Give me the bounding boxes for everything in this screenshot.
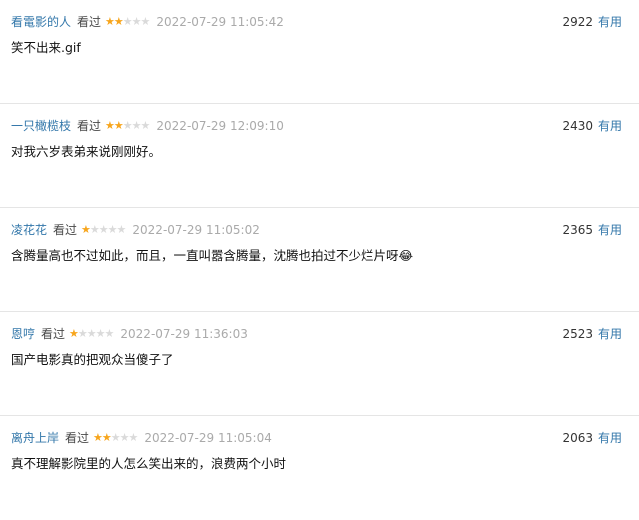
star-filled-icon: ★ (113, 119, 124, 132)
comment-meta: 离舟上岸 看过 ★ ★ ★ ★ ★ 2022-07-29 11:05:04 (11, 430, 272, 446)
vote-count: 2063 (562, 431, 593, 445)
comment-time: 2022-07-29 11:05:42 (156, 15, 284, 29)
star-empty-icon: ★ (98, 223, 109, 236)
comment-item: 恩哼 看过 ★ ★ ★ ★ ★ 2022-07-29 11:36:03 2523 有用 … (0, 312, 639, 416)
star-empty-icon: ★ (140, 15, 151, 28)
star-empty-icon: ★ (86, 327, 97, 340)
vote-area: 2063 有用 (562, 430, 622, 446)
comment-meta: 一只橄榄枝 看过 ★ ★ ★ ★ ★ 2022-07-29 12:09:10 (11, 118, 284, 134)
comment-time: 2022-07-29 12:09:10 (156, 119, 284, 133)
useful-vote-button[interactable]: 有用 (598, 430, 622, 446)
comment-meta: 看電影的人 看过 ★ ★ ★ ★ ★ 2022-07-29 11:05:42 (11, 14, 284, 30)
star-empty-icon: ★ (131, 15, 142, 28)
rating-stars: ★ ★ ★ ★ ★ (105, 118, 151, 134)
useful-vote-button[interactable]: 有用 (598, 222, 622, 238)
watch-status: 看过 (65, 431, 90, 445)
star-empty-icon: ★ (131, 119, 142, 132)
watch-status: 看过 (77, 119, 102, 133)
useful-vote-button[interactable]: 有用 (598, 14, 622, 30)
useful-vote-button[interactable]: 有用 (598, 118, 622, 134)
comment-time: 2022-07-29 11:05:02 (132, 223, 260, 237)
comment-user-link[interactable]: 离舟上岸 (11, 430, 59, 446)
vote-area: 2922 有用 (562, 14, 622, 30)
vote-area: 2365 有用 (562, 222, 622, 238)
comment-time: 2022-07-29 11:36:03 (120, 327, 248, 341)
star-empty-icon: ★ (107, 223, 118, 236)
watch-status: 看过 (53, 223, 78, 237)
star-filled-icon: ★ (93, 431, 103, 444)
star-empty-icon: ★ (128, 431, 139, 444)
rating-stars: ★ ★ ★ ★ ★ (93, 430, 139, 446)
comment-meta: 恩哼 看过 ★ ★ ★ ★ ★ 2022-07-29 11:36:03 (11, 326, 248, 342)
rating-stars: ★ ★ ★ ★ ★ (105, 14, 151, 30)
useful-vote-button[interactable]: 有用 (598, 326, 622, 342)
star-filled-icon: ★ (105, 119, 115, 132)
vote-count: 2523 (562, 327, 593, 341)
star-empty-icon: ★ (119, 431, 130, 444)
watch-status: 看过 (41, 327, 66, 341)
comment-text: 含腾量高也不过如此，而且，一直叫嚣含腾量，沈腾也拍过不少烂片呀😂 (11, 248, 414, 263)
comment-text: 对我六岁表弟来说刚刚好。 (11, 144, 162, 159)
comment-text: 笑不出来.gif (11, 40, 81, 55)
star-empty-icon: ★ (122, 119, 133, 132)
vote-count: 2430 (562, 119, 593, 133)
star-filled-icon: ★ (113, 15, 124, 28)
comment-item: 看電影的人 看过 ★ ★ ★ ★ ★ 2022-07-29 11:05:42 2922 … (0, 0, 639, 104)
vote-area: 2523 有用 (562, 326, 622, 342)
comment-list: 看電影的人 看过 ★ ★ ★ ★ ★ 2022-07-29 11:05:42 2922 … (0, 0, 639, 520)
comment-text: 真不理解影院里的人怎么笑出来的，浪费两个小时 (11, 456, 287, 471)
star-empty-icon: ★ (77, 327, 88, 340)
comment-user-link[interactable]: 一只橄榄枝 (11, 118, 71, 134)
star-empty-icon: ★ (116, 223, 127, 236)
comment-item: 凌花花 看过 ★ ★ ★ ★ ★ 2022-07-29 11:05:02 2365 有用… (0, 208, 639, 312)
vote-count: 2365 (562, 223, 593, 237)
comment-user-link[interactable]: 恩哼 (11, 326, 35, 342)
watch-status: 看过 (77, 15, 102, 29)
comment-time: 2022-07-29 11:05:04 (144, 431, 272, 445)
comment-user-link[interactable]: 凌花花 (11, 222, 47, 238)
comment-text: 国产电影真的把观众当傻子了 (11, 352, 174, 367)
star-empty-icon: ★ (122, 15, 133, 28)
vote-count: 2922 (562, 15, 593, 29)
star-filled-icon: ★ (101, 431, 112, 444)
comment-meta: 凌花花 看过 ★ ★ ★ ★ ★ 2022-07-29 11:05:02 (11, 222, 260, 238)
star-empty-icon: ★ (110, 431, 121, 444)
star-empty-icon: ★ (104, 327, 115, 340)
star-empty-icon: ★ (140, 119, 151, 132)
star-filled-icon: ★ (69, 327, 79, 340)
comment-item: 一只橄榄枝 看过 ★ ★ ★ ★ ★ 2022-07-29 12:09:10 2430 … (0, 104, 639, 208)
comment-item: 离舟上岸 看过 ★ ★ ★ ★ ★ 2022-07-29 11:05:04 2063 有… (0, 416, 639, 520)
star-empty-icon: ★ (89, 223, 100, 236)
rating-stars: ★ ★ ★ ★ ★ (81, 222, 127, 238)
vote-area: 2430 有用 (562, 118, 622, 134)
star-empty-icon: ★ (95, 327, 106, 340)
star-filled-icon: ★ (105, 15, 115, 28)
star-filled-icon: ★ (81, 223, 91, 236)
comment-user-link[interactable]: 看電影的人 (11, 14, 71, 30)
rating-stars: ★ ★ ★ ★ ★ (69, 326, 115, 342)
